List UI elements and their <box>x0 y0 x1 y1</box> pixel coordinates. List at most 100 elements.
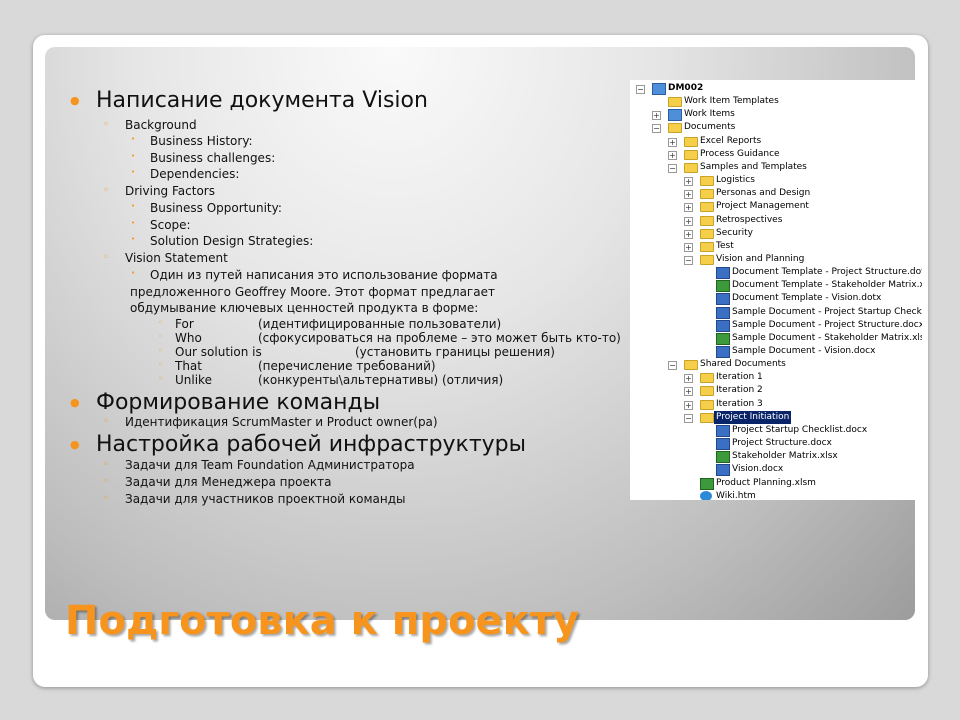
tree-node[interactable]: + Iteration 2 <box>630 384 922 397</box>
outline-item: Who <box>175 331 202 345</box>
tree-node-label: Product Planning.xlsm <box>716 477 816 488</box>
word-file-icon <box>716 293 730 306</box>
tree-node[interactable]: Work Item Templates <box>630 95 922 108</box>
folder-icon <box>700 202 714 213</box>
expand-icon[interactable]: + <box>684 242 693 252</box>
slide-title: Подготовка к проекту <box>65 598 580 644</box>
tree-node[interactable]: Product Planning.xlsm <box>630 477 922 490</box>
tree-node[interactable]: Document Template - Project Structure.do… <box>630 266 922 280</box>
tree-node[interactable]: − DM002 <box>630 82 922 95</box>
tree-node-label: Project Structure.docx <box>732 438 832 449</box>
tree-node-label: Iteration 3 <box>716 398 763 409</box>
tree-node[interactable]: − Shared Documents <box>630 358 922 371</box>
collapse-icon[interactable]: − <box>668 163 677 173</box>
collapse-icon[interactable]: − <box>652 124 661 134</box>
tree-node[interactable]: Document Template - Vision.dotx <box>630 292 922 306</box>
tree-node-label: Document Template - Project Structure.do… <box>732 267 922 278</box>
tree-node[interactable]: Stakeholder Matrix.xlsx <box>630 450 922 464</box>
tree-node-label: Retrospectives <box>716 214 783 225</box>
tree-node[interactable]: + Project Management <box>630 200 922 213</box>
bullet-icon: ● <box>70 438 80 451</box>
expand-icon[interactable]: + <box>684 190 693 200</box>
outline-item: Unlike <box>175 373 212 387</box>
tree-node[interactable]: + Security <box>630 227 922 240</box>
tree-node[interactable]: Sample Document - Project Startup Checkl… <box>630 306 922 319</box>
tree-node[interactable]: Sample Document - Stakeholder Matrix.xls… <box>630 332 922 345</box>
tree-node[interactable]: − Samples and Templates <box>630 161 922 174</box>
tree-node[interactable]: − Documents <box>630 121 922 134</box>
collapse-icon[interactable]: − <box>668 361 677 371</box>
tree-node[interactable]: − Project Initiation <box>630 410 922 424</box>
tree-node[interactable]: Project Structure.docx <box>630 437 922 451</box>
outline-item-description: (конкуренты\альтернативы) (отличия) <box>258 373 504 387</box>
tree-node[interactable]: + Test <box>630 240 922 253</box>
bullet-icon: • <box>131 168 136 176</box>
bullet-icon: ◦ <box>103 185 109 196</box>
outline-item: Написание документа Vision <box>96 88 428 113</box>
tree-node[interactable]: + Excel Reports <box>630 135 922 148</box>
tree-node[interactable]: Wiki.htm <box>630 490 922 500</box>
expand-icon[interactable]: + <box>652 111 661 121</box>
tree-node-label: Document Template - Vision.dotx <box>732 293 882 304</box>
bullet-icon: ◦ <box>103 119 109 130</box>
word-file-icon <box>716 267 730 280</box>
expand-icon[interactable]: + <box>684 216 693 226</box>
collapse-icon[interactable]: − <box>684 413 693 423</box>
word-file-icon <box>716 438 730 451</box>
tree-node-label: Process Guidance <box>700 148 780 159</box>
outline-item-description: (идентифицированные пользователи) <box>258 317 502 331</box>
expand-icon[interactable]: + <box>684 203 693 213</box>
tree-node-label: Excel Reports <box>700 135 762 146</box>
expand-icon[interactable]: + <box>668 150 677 160</box>
tree-node[interactable]: Sample Document - Project Structure.docx <box>630 319 922 332</box>
collapse-icon[interactable]: − <box>684 255 693 265</box>
folder-icon <box>700 412 714 423</box>
bullet-icon: ◦ <box>158 332 163 341</box>
outline-item: Dependencies: <box>150 167 240 181</box>
tree-node[interactable]: Sample Document - Vision.docx <box>630 345 922 358</box>
tree-node[interactable]: + Personas and Design <box>630 187 922 200</box>
outline-item-description: (сфокусироваться на проблеме – это может… <box>258 331 621 345</box>
outline-item: Формирование команды <box>96 390 381 415</box>
tree-node-label: Project Initiation <box>714 410 792 424</box>
tree-node-label: Sample Document - Stakeholder Matrix.xls… <box>732 332 922 343</box>
outline-item: Business Opportunity: <box>150 201 282 215</box>
outline-item: Задачи для Менеджера проекта <box>125 475 332 489</box>
tree-node[interactable]: + Iteration 1 <box>630 371 922 384</box>
tree-node-label: Iteration 1 <box>716 372 763 383</box>
word-file-icon <box>716 464 730 477</box>
folder-icon <box>700 386 714 397</box>
tree-node[interactable]: + Work Items <box>630 108 922 122</box>
outline-item: предложенного Geoffrey Moore. Этот форма… <box>130 285 495 299</box>
excel-file-icon <box>716 332 730 345</box>
folder-icon <box>668 97 682 108</box>
folder-icon <box>700 215 714 226</box>
word-file-icon <box>716 306 730 319</box>
outline-item: For <box>175 317 194 331</box>
bullet-icon: ◦ <box>103 252 109 263</box>
tree-node[interactable]: Vision.docx <box>630 463 922 477</box>
folder-icon <box>684 136 698 147</box>
expand-icon[interactable]: + <box>684 400 693 410</box>
tree-node[interactable]: Project Startup Checklist.docx <box>630 424 922 437</box>
folder-icon <box>700 189 714 200</box>
bullet-icon: ◦ <box>158 374 163 383</box>
expand-icon[interactable]: + <box>668 137 677 147</box>
outline-item: обдумывание ключевых ценностей продукта … <box>130 301 479 315</box>
outline-item: Vision Statement <box>125 251 228 265</box>
collapse-icon[interactable]: − <box>636 85 645 94</box>
tree-node[interactable]: Document Template - Stakeholder Matrix.x… <box>630 279 922 293</box>
folder-icon <box>684 162 698 173</box>
tree-node[interactable]: + Logistics <box>630 174 922 187</box>
expand-icon[interactable]: + <box>684 177 693 187</box>
outline-item-description: (перечисление требований) <box>258 359 436 373</box>
expand-icon[interactable]: + <box>684 387 693 397</box>
expand-icon[interactable]: + <box>684 229 693 239</box>
tree-node[interactable]: − Vision and Planning <box>630 253 922 266</box>
tree-node[interactable]: + Process Guidance <box>630 148 922 161</box>
tree-node[interactable]: + Iteration 3 <box>630 398 922 411</box>
tree-node-label: Samples and Templates <box>700 161 807 172</box>
tree-node[interactable]: + Retrospectives <box>630 214 922 227</box>
folder-icon <box>700 373 714 384</box>
expand-icon[interactable]: + <box>684 374 693 384</box>
